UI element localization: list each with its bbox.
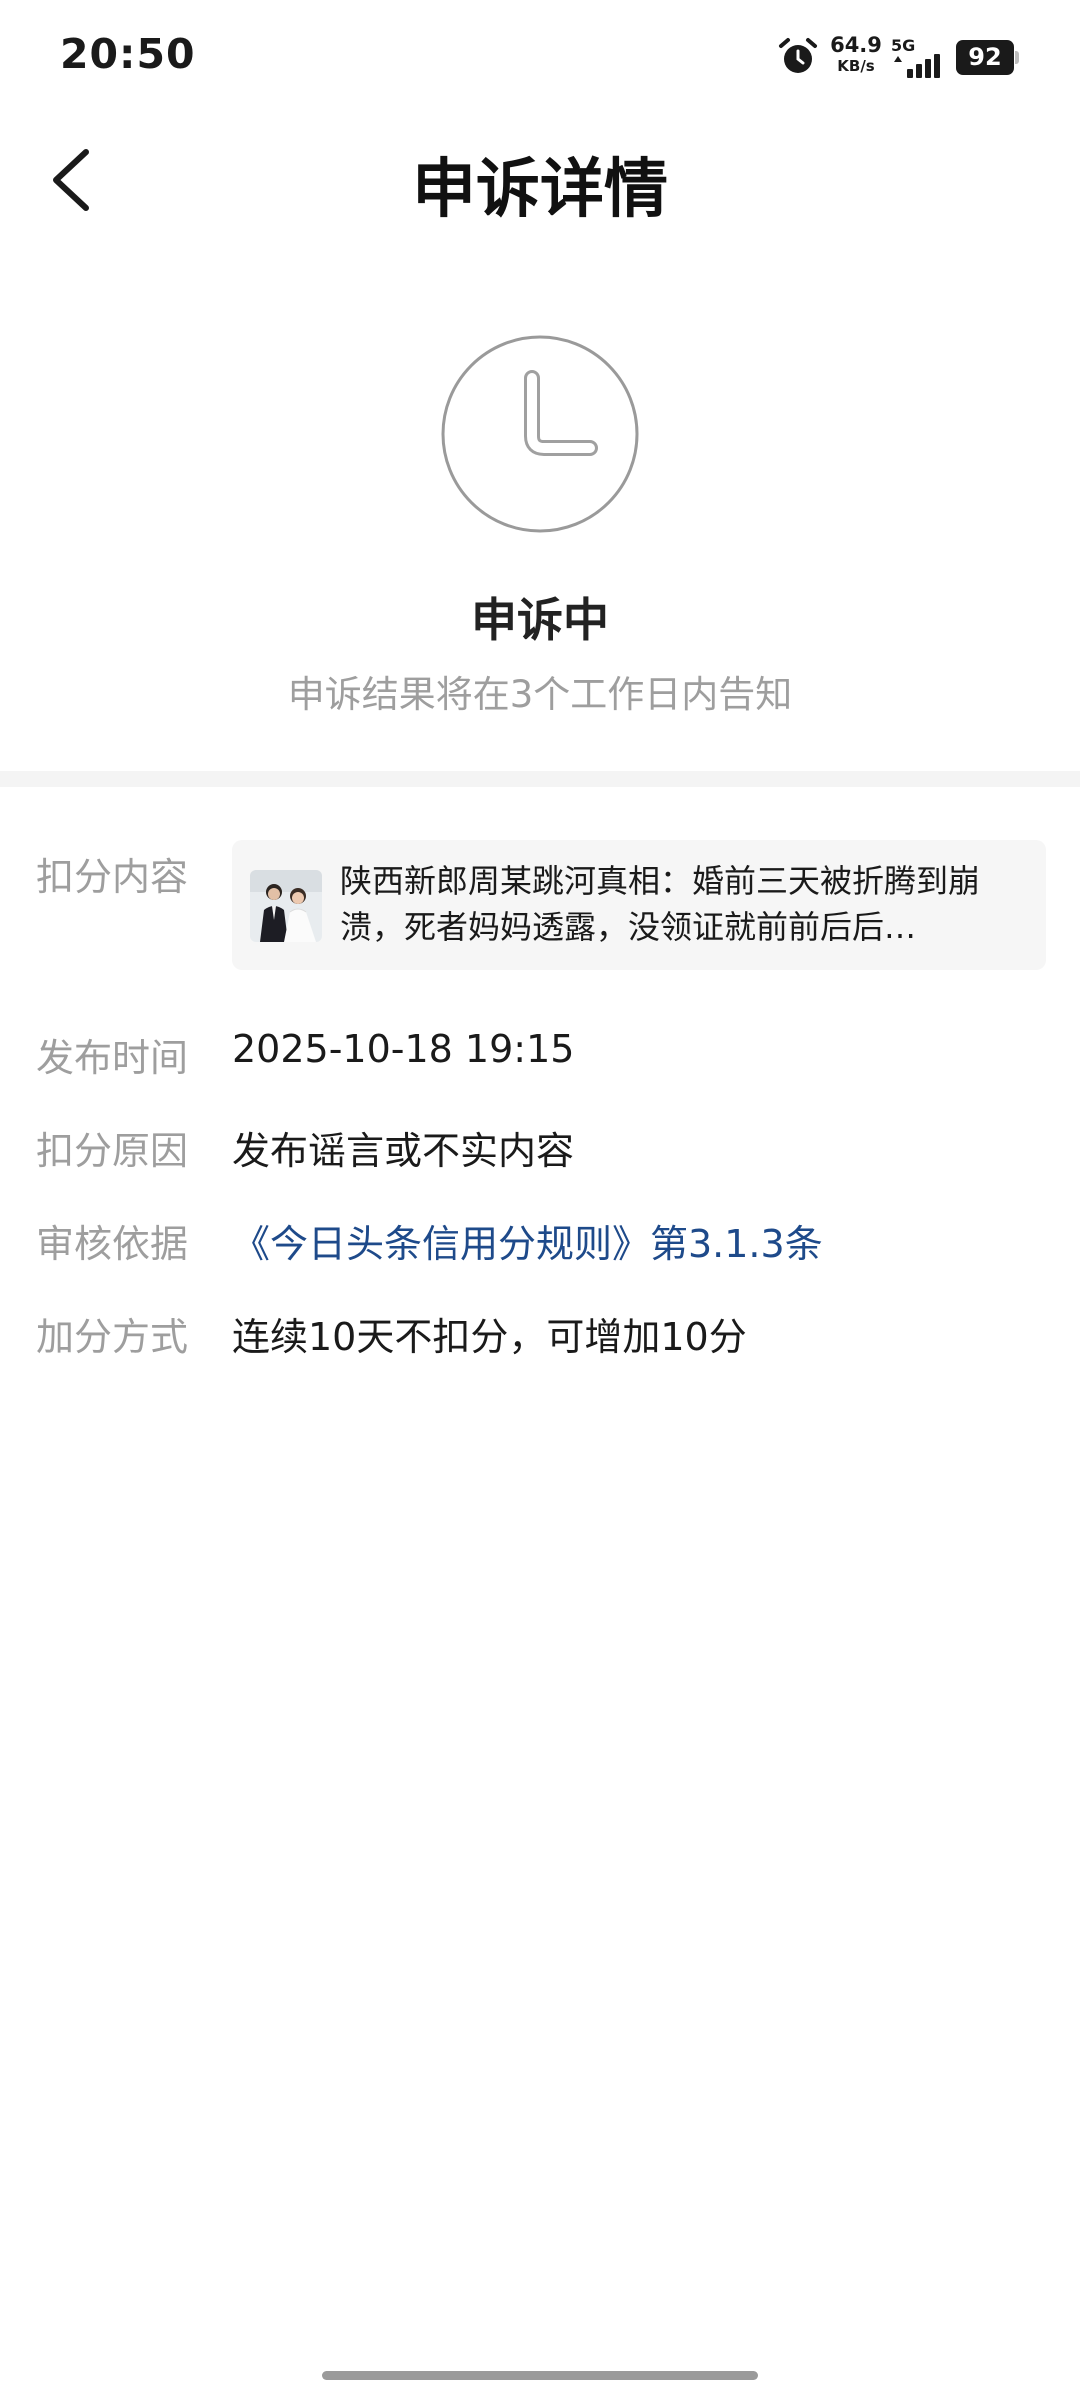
- back-button[interactable]: [36, 140, 106, 220]
- page-title: 申诉详情: [412, 153, 668, 227]
- deduction-reason-value: 发布谣言或不实内容: [232, 1129, 575, 1173]
- deduction-content-label: 扣分内容: [36, 855, 189, 899]
- status-time: 20:50: [60, 30, 196, 78]
- bonus-method-label: 加分方式: [36, 1315, 189, 1359]
- status-bar: 20:50 64.9 KB/s 5G 92: [0, 0, 1080, 115]
- publish-time-value: 2025-10-18 19:15: [232, 1027, 575, 1071]
- article-title: 陕西新郎周某跳河真相：婚前三天被折腾到崩溃，死者妈妈透露，没领证就前前后后…: [340, 862, 981, 946]
- network-speed-value: 64.9: [830, 33, 882, 57]
- section-divider: [0, 771, 1080, 787]
- bonus-method-value: 连续10天不扣分，可增加10分: [232, 1315, 747, 1359]
- appeal-status-subtitle: 申诉结果将在3个工作日内告知: [287, 673, 793, 716]
- alarm-clock-icon: [778, 37, 818, 77]
- article-thumbnail: [250, 870, 322, 942]
- home-indicator[interactable]: [322, 2371, 758, 2380]
- battery-cap: [1015, 51, 1019, 64]
- network-speed: 64.9 KB/s: [828, 35, 884, 74]
- chevron-left-icon: [53, 149, 89, 211]
- battery-icon: 92: [956, 40, 1014, 75]
- signal-icon: [891, 52, 947, 78]
- deduction-content-card[interactable]: 陕西新郎周某跳河真相：婚前三天被折腾到崩溃，死者妈妈透露，没领证就前前后后…: [232, 840, 1046, 970]
- clock-icon: [440, 334, 640, 534]
- network-speed-unit: KB/s: [837, 57, 875, 75]
- deduction-reason-label: 扣分原因: [36, 1129, 189, 1173]
- review-basis-label: 审核依据: [36, 1222, 189, 1266]
- appeal-status-title: 申诉中: [471, 593, 609, 647]
- review-basis-link[interactable]: 《今日头条信用分规则》第3.1.3条: [232, 1213, 823, 1268]
- publish-time-label: 发布时间: [36, 1036, 189, 1080]
